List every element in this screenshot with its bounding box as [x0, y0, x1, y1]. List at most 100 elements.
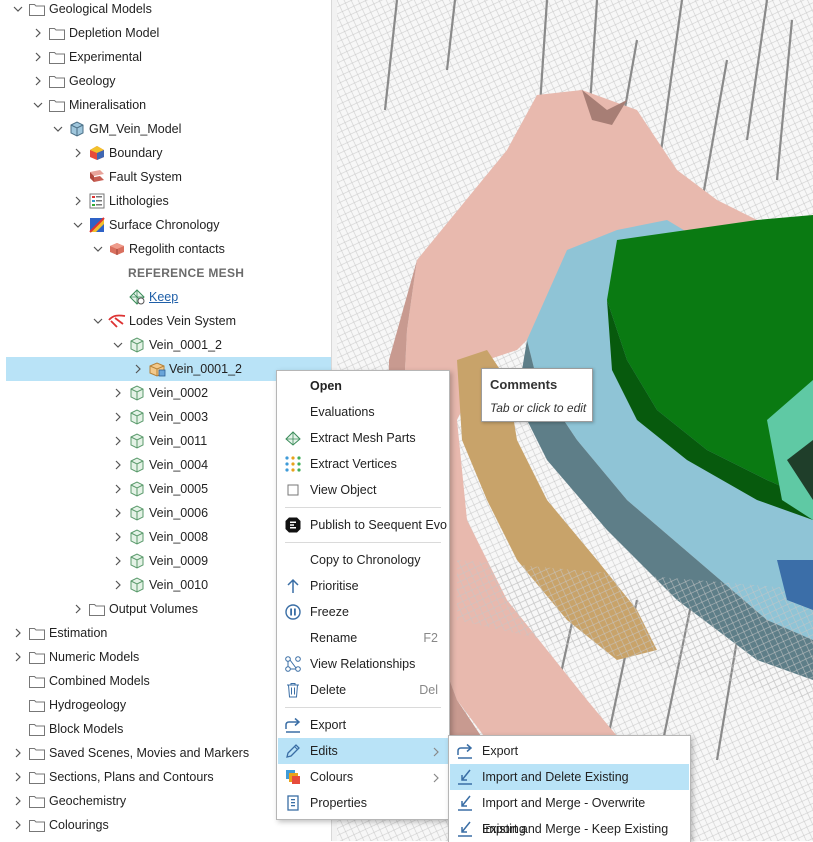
- export-icon: [284, 716, 302, 734]
- submenu-arrow-icon: [432, 772, 440, 783]
- chevron-right-icon[interactable]: [110, 553, 126, 569]
- menu-separator: [285, 542, 441, 543]
- folder-icon: [28, 792, 46, 810]
- tree-item-label: Vein_0004: [149, 458, 209, 472]
- menu-item-extract-vertices[interactable]: Extract Vertices: [278, 451, 448, 477]
- tree-item-label[interactable]: Keep: [149, 285, 178, 309]
- chevron-right-icon[interactable]: [110, 457, 126, 473]
- menu-item-import-and-merge-keep-existing[interactable]: Import and Merge - Keep Existing: [450, 816, 689, 842]
- menu-item-import-and-delete-existing[interactable]: Import and Delete Existing: [450, 764, 689, 790]
- arrow-up-icon: [284, 577, 302, 595]
- chevron-right-icon[interactable]: [110, 433, 126, 449]
- chevron-right-icon[interactable]: [10, 649, 26, 665]
- tree-item-keep[interactable]: Keep: [6, 285, 331, 309]
- menu-item-label: Rename: [310, 631, 358, 645]
- chevron-down-icon[interactable]: [110, 337, 126, 353]
- tree-item-surface-chronology[interactable]: Surface Chronology: [6, 213, 331, 237]
- chevron-right-icon[interactable]: [110, 385, 126, 401]
- fault-system-icon: [88, 168, 106, 186]
- tree-item-geology[interactable]: Geology: [6, 69, 331, 93]
- menu-item-label: Export: [482, 744, 519, 758]
- relationships-icon: [284, 655, 302, 673]
- menu-item-copy-to-chronology[interactable]: Copy to Chronology: [278, 547, 448, 573]
- menu-item-view-object[interactable]: View Object: [278, 477, 448, 503]
- menu-item-extract-mesh-parts[interactable]: Extract Mesh Parts: [278, 425, 448, 451]
- tree-item-label: Vein_0003: [149, 410, 209, 424]
- menu-item-label: Open: [310, 379, 342, 393]
- chevron-right-icon[interactable]: [10, 745, 26, 761]
- chevron-right-icon[interactable]: [110, 577, 126, 593]
- chevron-down-icon[interactable]: [90, 313, 106, 329]
- tree-item-label: Surface Chronology: [109, 218, 220, 232]
- chevron-right-icon[interactable]: [110, 529, 126, 545]
- tree-item-gm-vein-model[interactable]: GM_Vein_Model: [6, 117, 331, 141]
- tree-item-lodes-vein-system[interactable]: Lodes Vein System: [6, 309, 331, 333]
- tree-item-vein-0001-2[interactable]: Vein_0001_2: [6, 333, 331, 357]
- lithologies-icon: [88, 192, 106, 210]
- chevron-right-icon[interactable]: [70, 193, 86, 209]
- chevron-right-icon[interactable]: [110, 481, 126, 497]
- tree-item-experimental[interactable]: Experimental: [6, 45, 331, 69]
- tree-item-geological-models[interactable]: Geological Models: [6, 0, 331, 21]
- chevron-right-icon[interactable]: [10, 625, 26, 641]
- chevron-right-icon[interactable]: [110, 409, 126, 425]
- menu-item-import-and-merge-overwrite-existing[interactable]: Import and Merge - Overwrite Existing: [450, 790, 689, 836]
- tree-item-label: Regolith contacts: [129, 242, 225, 256]
- menu-item-label: Extract Vertices: [310, 457, 397, 471]
- chevron-right-icon[interactable]: [30, 25, 46, 41]
- menu-item-publish-to-seequent-evo[interactable]: Publish to Seequent Evo: [278, 512, 448, 538]
- tree-item-label: Fault System: [109, 170, 182, 184]
- tree-item-label: Lodes Vein System: [129, 314, 237, 328]
- menu-item-label: Import and Merge - Keep Existing: [482, 822, 669, 836]
- tree-item-label: Vein_0010: [149, 578, 209, 592]
- chevron-down-icon[interactable]: [30, 97, 46, 113]
- menu-item-export[interactable]: Export: [450, 738, 689, 764]
- tree-item-lithologies[interactable]: Lithologies: [6, 189, 331, 213]
- menu-item-edits[interactable]: Edits: [278, 738, 448, 764]
- tree-item-label: Boundary: [109, 146, 163, 160]
- chevron-down-icon[interactable]: [90, 241, 106, 257]
- chevron-right-icon[interactable]: [30, 49, 46, 65]
- tree-item-reference-mesh[interactable]: REFERENCE MESH: [6, 261, 331, 285]
- chevron-right-icon[interactable]: [110, 505, 126, 521]
- folder-icon: [28, 720, 46, 738]
- menu-item-properties[interactable]: Properties: [278, 790, 448, 816]
- menu-item-label: Colours: [310, 770, 354, 784]
- menu-item-delete[interactable]: Delete Del: [278, 677, 448, 703]
- vein-icon: [128, 432, 146, 450]
- menu-item-rename[interactable]: Rename F2: [278, 625, 448, 651]
- menu-item-label: View Relationships: [310, 657, 416, 671]
- tree-item-fault-system[interactable]: Fault System: [6, 165, 331, 189]
- chevron-right-icon[interactable]: [10, 769, 26, 785]
- menu-item-freeze[interactable]: Freeze: [278, 599, 448, 625]
- menu-item-label: Properties: [310, 796, 367, 810]
- tree-item-boundary[interactable]: Boundary: [6, 141, 331, 165]
- vein-icon: [128, 384, 146, 402]
- chevron-right-icon[interactable]: [70, 601, 86, 617]
- chevron-down-icon[interactable]: [70, 217, 86, 233]
- menu-item-view-relationships[interactable]: View Relationships: [278, 651, 448, 677]
- tree-item-regolith-contacts[interactable]: Regolith contacts: [6, 237, 331, 261]
- vein-icon: [128, 480, 146, 498]
- menu-item-prioritise[interactable]: Prioritise: [278, 573, 448, 599]
- tree-item-depletion-model[interactable]: Depletion Model: [6, 21, 331, 45]
- menu-item-colours[interactable]: Colours: [278, 764, 448, 790]
- menu-item-export[interactable]: Export: [278, 712, 448, 738]
- tree-item-mineralisation[interactable]: Mineralisation: [6, 93, 331, 117]
- menu-item-evaluations[interactable]: Evaluations: [278, 399, 448, 425]
- chevron-right-icon[interactable]: [70, 145, 86, 161]
- tree-item-label: Vein_0006: [149, 506, 209, 520]
- tree-item-label: GM_Vein_Model: [89, 122, 182, 136]
- chevron-down-icon[interactable]: [50, 121, 66, 137]
- chevron-right-icon[interactable]: [10, 793, 26, 809]
- chevron-down-icon[interactable]: [10, 1, 26, 17]
- vein-mesh-icon: [148, 360, 166, 378]
- menu-item-open[interactable]: Open: [278, 373, 448, 399]
- tree-item-label: Block Models: [49, 722, 124, 736]
- chevron-right-icon[interactable]: [130, 361, 146, 377]
- chevron-right-icon[interactable]: [10, 817, 26, 833]
- chevron-right-icon[interactable]: [30, 73, 46, 89]
